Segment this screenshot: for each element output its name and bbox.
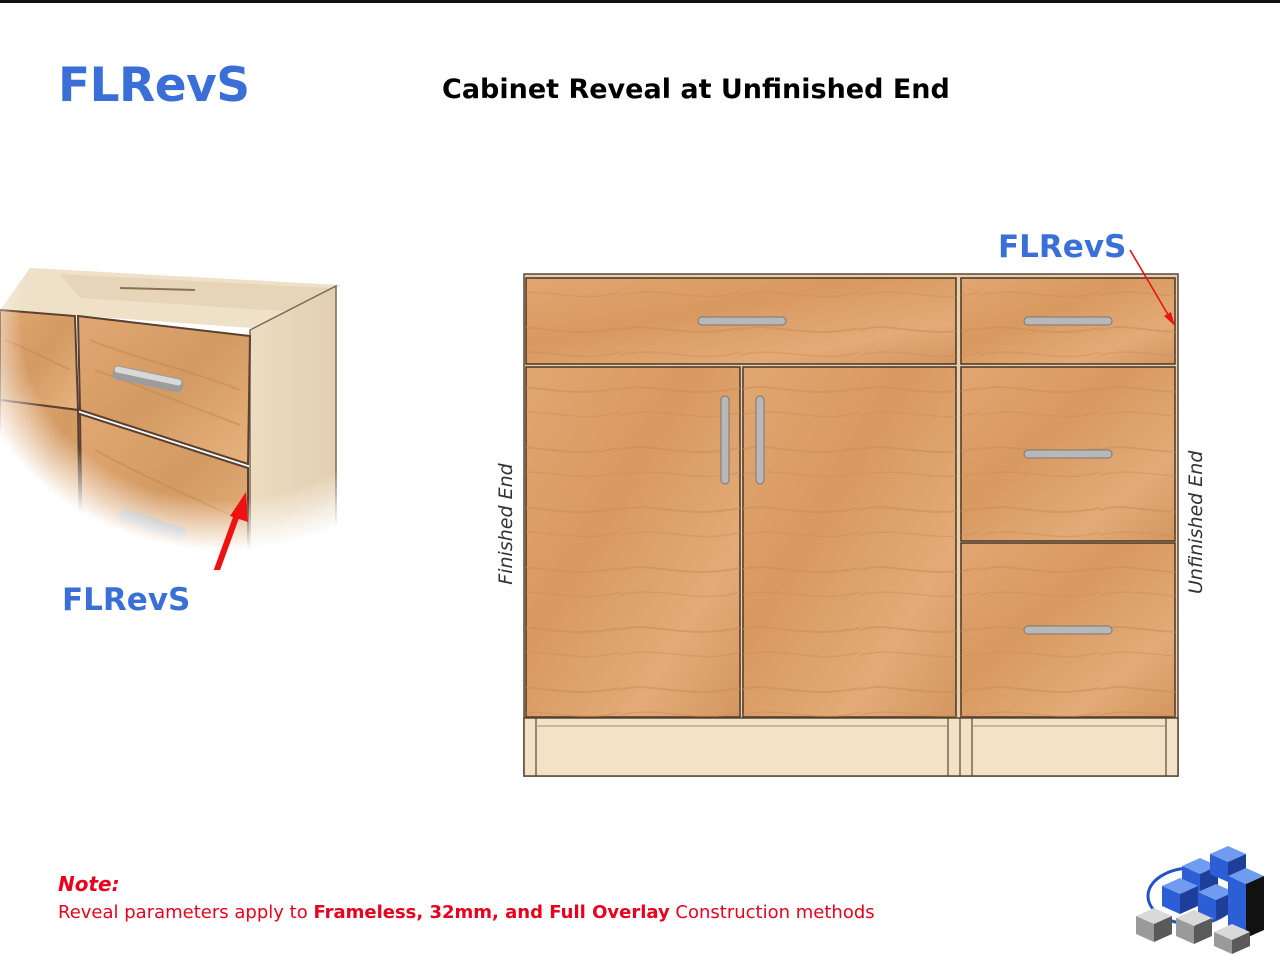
note-text-bold: Frameless, 32mm, and Full Overlay bbox=[313, 902, 670, 923]
detail-reveal-label: FLRevS bbox=[62, 582, 191, 618]
unfinished-end-label: Unfinished End bbox=[1185, 450, 1207, 594]
note-heading: Note: bbox=[58, 872, 120, 896]
finished-end-label: Finished End bbox=[495, 463, 517, 585]
cube-cluster-logo-icon bbox=[1136, 846, 1264, 954]
top-rule bbox=[0, 0, 1280, 3]
note-text: Reveal parameters apply to Frameless, 32… bbox=[58, 902, 875, 923]
elevation-reveal-label: FLRevS bbox=[998, 229, 1127, 265]
cabinet-detail-view bbox=[0, 250, 360, 570]
page-code-title: FLRevS bbox=[58, 58, 250, 113]
right-bottom-drawer bbox=[960, 542, 1176, 718]
page-title: Cabinet Reveal at Unfinished End bbox=[442, 74, 950, 105]
left-door bbox=[525, 366, 741, 718]
note-text-after: Construction methods bbox=[669, 902, 875, 923]
cabinet-elevation-view bbox=[523, 250, 1179, 777]
right-door bbox=[742, 366, 957, 718]
note-text-before: Reveal parameters apply to bbox=[58, 902, 314, 923]
right-middle-drawer bbox=[960, 366, 1176, 542]
top-left-drawer bbox=[525, 277, 957, 365]
toe-kick bbox=[523, 717, 1179, 777]
top-right-drawer bbox=[960, 277, 1176, 365]
